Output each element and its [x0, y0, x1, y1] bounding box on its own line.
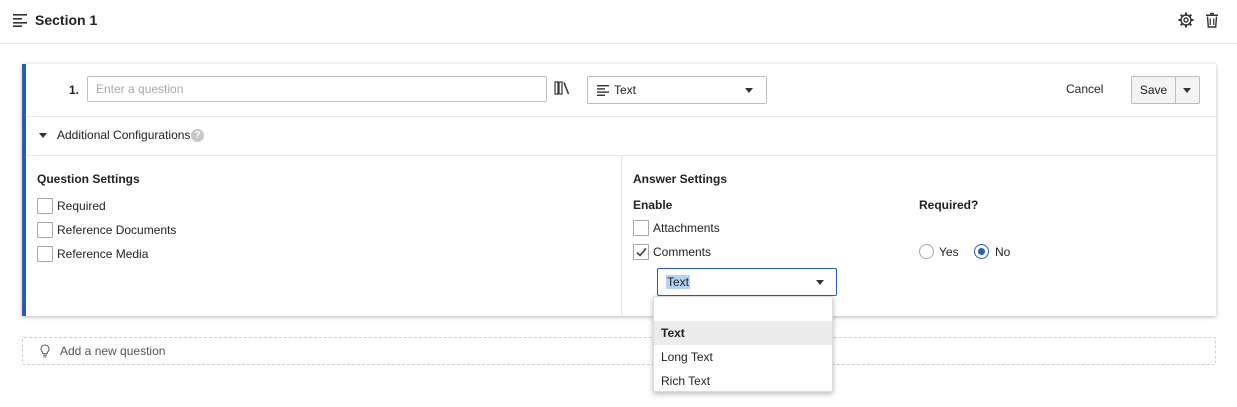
- caret-down-icon: [745, 88, 753, 93]
- comment-type-dropdown: Text Long Text Rich Text: [653, 296, 833, 392]
- cancel-button[interactable]: Cancel: [1066, 82, 1103, 96]
- dropdown-option-long-text[interactable]: Long Text: [654, 345, 832, 369]
- required-yes-radio[interactable]: [919, 244, 934, 259]
- trash-icon[interactable]: [1204, 12, 1220, 28]
- reference-media-checkbox[interactable]: [37, 246, 53, 262]
- question-type-select[interactable]: Text: [587, 76, 767, 104]
- section-title: Section 1: [35, 12, 98, 28]
- comment-type-value: Text: [666, 275, 691, 289]
- save-options-button[interactable]: [1176, 77, 1199, 103]
- caret-down-icon: [816, 280, 824, 285]
- required-label: Required: [57, 199, 106, 213]
- reference-documents-label: Reference Documents: [57, 223, 177, 237]
- reference-documents-checkbox[interactable]: [37, 222, 53, 238]
- dropdown-option-text[interactable]: Text: [654, 321, 832, 345]
- checkmark-icon: [636, 248, 647, 257]
- required-checkbox[interactable]: [37, 198, 53, 214]
- reference-media-label: Reference Media: [57, 247, 149, 261]
- library-icon[interactable]: [554, 80, 570, 96]
- add-question-label: Add a new question: [60, 344, 166, 358]
- required-no-radio[interactable]: [974, 244, 989, 259]
- additional-config-label: Additional Configurations: [57, 128, 191, 142]
- required-yes-label: Yes: [939, 245, 959, 259]
- comment-type-select[interactable]: Text: [657, 268, 837, 296]
- triangle-down-icon: [39, 133, 47, 138]
- lightbulb-icon: [40, 344, 50, 358]
- column-divider: [621, 156, 622, 316]
- help-icon[interactable]: ?: [191, 129, 204, 142]
- save-button-group: Save: [1131, 76, 1200, 104]
- required-heading: Required?: [919, 198, 979, 212]
- divider: [26, 116, 1216, 117]
- caret-down-icon: [1183, 88, 1191, 93]
- align-left-icon: [13, 14, 27, 27]
- add-question-button[interactable]: Add a new question: [22, 337, 1216, 365]
- comments-label: Comments: [653, 245, 712, 259]
- answer-settings-heading: Answer Settings: [633, 172, 728, 186]
- enable-heading: Enable: [633, 198, 673, 212]
- question-card: 1. Text Cancel Save Additional Configura…: [22, 64, 1216, 316]
- comments-checkbox[interactable]: [633, 244, 649, 260]
- section-header: Section 1: [0, 0, 1237, 44]
- question-type-value: Text: [614, 83, 637, 97]
- text-type-icon: [597, 85, 609, 96]
- attachments-checkbox[interactable]: [633, 220, 649, 236]
- question-settings-heading: Question Settings: [37, 172, 140, 186]
- question-number: 1.: [69, 83, 80, 97]
- attachments-label: Attachments: [653, 221, 720, 235]
- gear-icon[interactable]: [1178, 12, 1194, 28]
- save-button[interactable]: Save: [1132, 77, 1176, 103]
- required-no-label: No: [995, 245, 1011, 259]
- dropdown-option-rich-text[interactable]: Rich Text: [654, 369, 832, 393]
- question-input[interactable]: [87, 76, 547, 102]
